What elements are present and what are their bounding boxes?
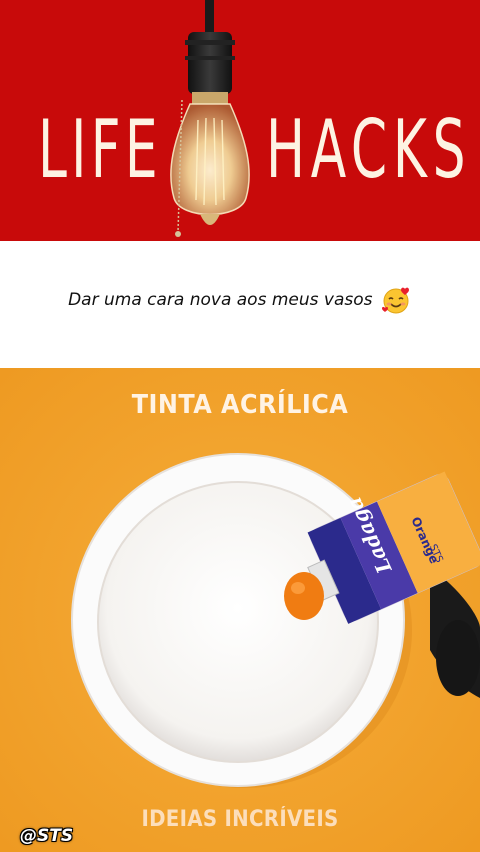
header-banner: LIFE HACKS bbox=[0, 0, 480, 241]
video-top-text: TINTA ACRÍLICA bbox=[131, 390, 349, 420]
watermark-text: @STS bbox=[20, 826, 74, 846]
light-bulb-icon bbox=[170, 0, 250, 237]
caption-text: Dar uma cara nova aos meus vasos bbox=[68, 290, 373, 310]
header-title-left: LIFE bbox=[38, 103, 162, 196]
smiling-face-with-hearts-icon bbox=[381, 287, 409, 314]
video-bottom-text: IDEIAS INCRÍVEIS bbox=[141, 807, 339, 832]
video-frame[interactable]: Ladaga Orange STS TINTA ACRÍLICA IDEIAS … bbox=[0, 368, 480, 852]
header-title-right: HACKS bbox=[266, 103, 472, 196]
caption-text-row: Dar uma cara nova aos meus vasos bbox=[0, 286, 480, 314]
paint-scene-illustration: Ladaga Orange STS bbox=[0, 368, 480, 852]
